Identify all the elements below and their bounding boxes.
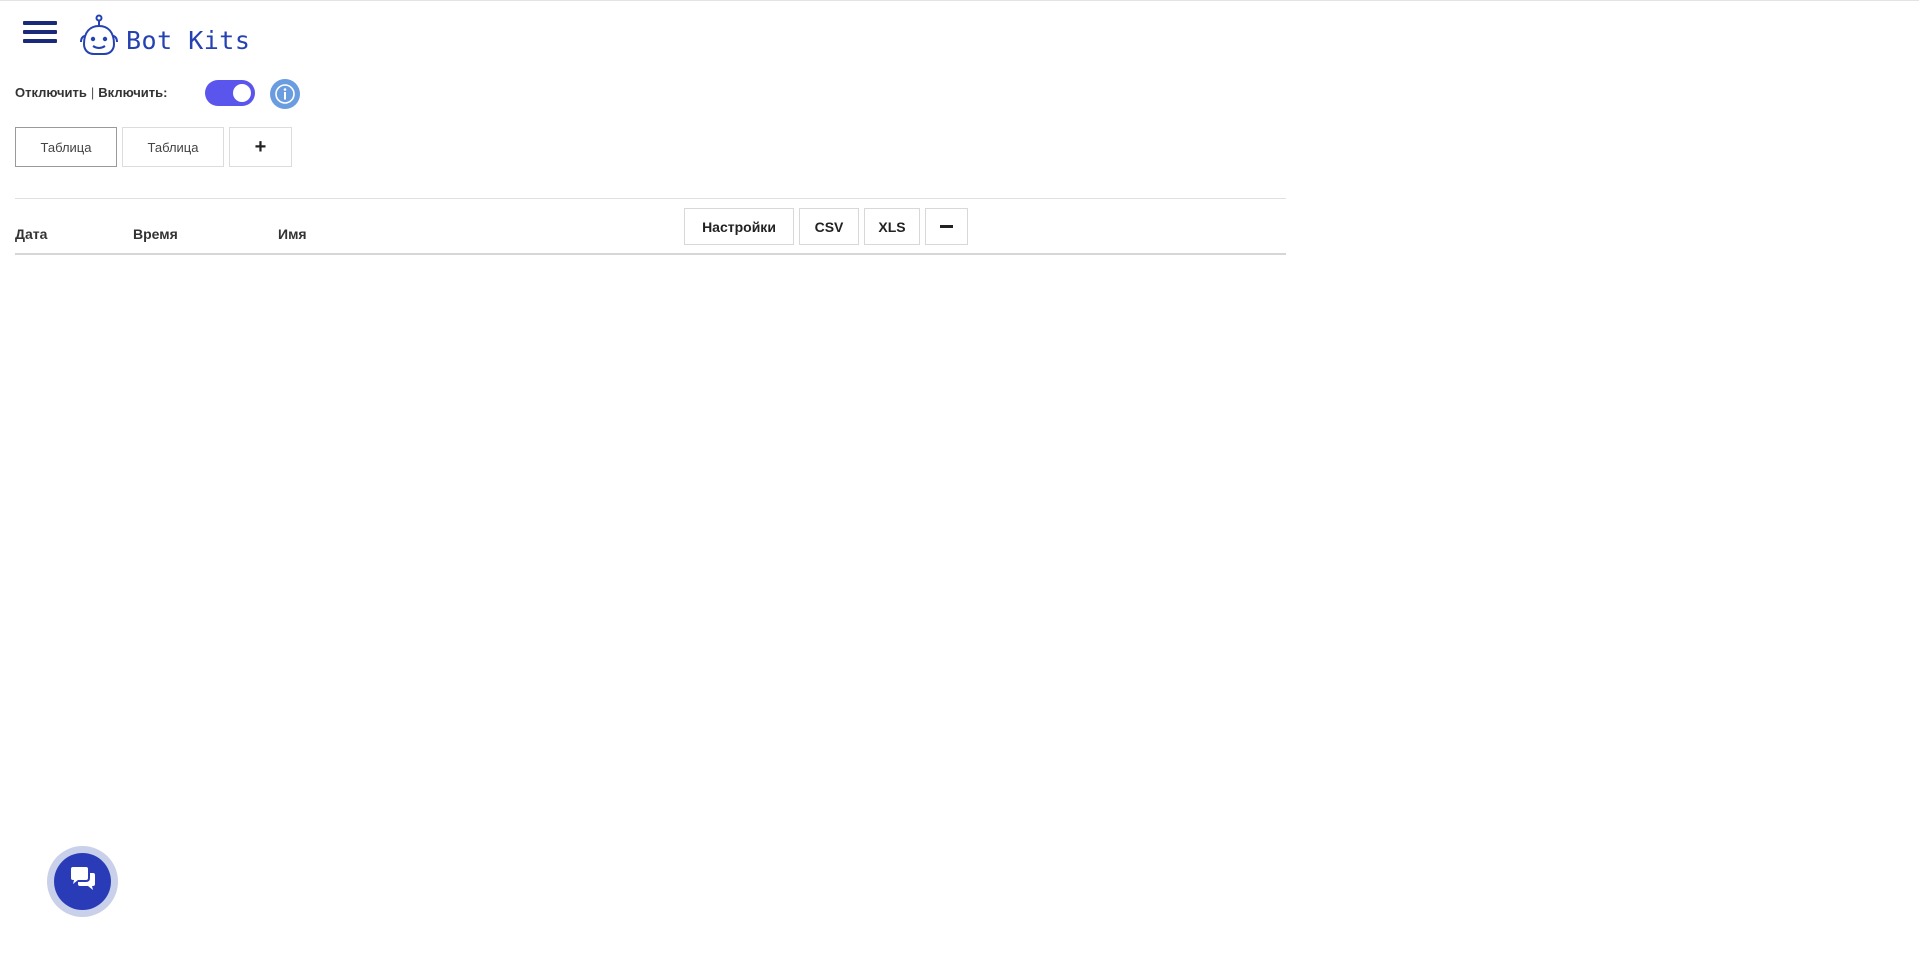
logo[interactable]: Bot Kits xyxy=(78,14,250,56)
enable-toggle[interactable] xyxy=(205,80,255,106)
tab-table-2[interactable]: Таблица xyxy=(122,127,224,167)
logo-text: Bot Kits xyxy=(126,26,251,55)
tab-table-1[interactable]: Таблица xyxy=(15,127,117,167)
minus-icon xyxy=(940,225,953,228)
top-border xyxy=(0,0,1919,1)
remove-button[interactable] xyxy=(925,208,968,245)
settings-button[interactable]: Настройки xyxy=(684,208,794,245)
toggle-label-on: Включить: xyxy=(98,85,168,100)
toggle-label-off: Отключить xyxy=(15,85,87,100)
table-header-top-divider xyxy=(15,198,1286,199)
column-header-time: Время xyxy=(133,226,178,242)
export-xls-button[interactable]: XLS xyxy=(864,208,920,245)
column-header-date: Дата xyxy=(15,226,48,242)
info-icon[interactable] xyxy=(270,79,300,109)
toggle-label-separator: | xyxy=(90,85,95,100)
column-header-name: Имя xyxy=(278,226,307,242)
chat-icon xyxy=(69,866,97,897)
menu-icon[interactable] xyxy=(23,21,57,46)
robot-icon xyxy=(78,14,120,56)
add-tab-button[interactable]: + xyxy=(229,127,292,167)
toggle-knob xyxy=(233,84,251,102)
chat-widget-inner xyxy=(54,853,111,910)
table-header-bottom-divider xyxy=(15,253,1286,255)
chat-widget-button[interactable] xyxy=(47,846,118,917)
toggle-label: Отключить | Включить: xyxy=(15,85,167,100)
export-csv-button[interactable]: CSV xyxy=(799,208,859,245)
